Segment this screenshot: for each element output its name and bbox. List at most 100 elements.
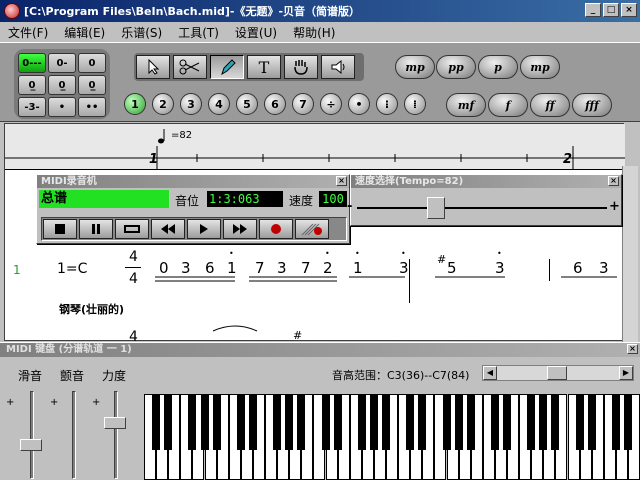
piano-black-key[interactable] — [539, 394, 548, 450]
piano-black-key[interactable] — [418, 394, 427, 450]
tempo-close-button[interactable]: × — [608, 176, 619, 186]
piano-black-key[interactable] — [490, 394, 499, 450]
dot-button[interactable]: • — [48, 97, 76, 117]
piano-black-key[interactable] — [285, 394, 294, 450]
note-digit[interactable]: 6 — [205, 259, 215, 277]
menu-score[interactable]: 乐谱(S) — [121, 24, 162, 41]
piano-black-key[interactable] — [273, 394, 282, 450]
range-scrollbar[interactable]: ◀ ▶ — [482, 365, 634, 381]
pitch-7-button[interactable]: 7 — [292, 93, 314, 115]
close-button[interactable]: × — [621, 3, 637, 17]
record-button[interactable] — [259, 219, 293, 239]
pause-button[interactable] — [79, 219, 113, 239]
pitch-4-button[interactable]: 4 — [208, 93, 230, 115]
piano-black-key[interactable] — [188, 394, 197, 450]
piano-black-key[interactable] — [442, 394, 451, 450]
range-scroll-left[interactable]: ◀ — [483, 366, 497, 380]
maximize-button[interactable]: □ — [603, 3, 619, 17]
loop-button[interactable] — [115, 219, 149, 239]
piano-black-key[interactable] — [248, 394, 257, 450]
glide-slider-thumb[interactable] — [20, 439, 42, 451]
tempo-slider-track[interactable] — [357, 207, 607, 209]
piano-black-key[interactable] — [200, 394, 209, 450]
dynamic-pp-button[interactable]: pp — [436, 55, 476, 79]
pitch-5-button[interactable]: 5 — [236, 93, 258, 115]
dynamic-f-button[interactable]: f — [488, 93, 528, 117]
note-digit[interactable]: 3 — [599, 259, 609, 277]
piano-black-key[interactable] — [611, 394, 620, 450]
octave-double-dot-button[interactable]: ⁝ — [376, 93, 398, 115]
piano-black-key[interactable] — [454, 394, 463, 450]
menu-file[interactable]: 文件(F) — [8, 24, 48, 41]
duration-half-button[interactable]: 0- — [48, 53, 76, 73]
duration-whole-button[interactable]: 0--- — [18, 53, 46, 73]
menu-tools[interactable]: 工具(T) — [178, 24, 219, 41]
dynamic-mp2-button[interactable]: mp — [520, 55, 560, 79]
pitch-1-button[interactable]: 1 — [124, 93, 146, 115]
velocity-slider-thumb[interactable] — [104, 417, 126, 429]
menu-help[interactable]: 帮助(H) — [293, 24, 335, 41]
divide-button[interactable]: ÷ — [320, 93, 342, 115]
pitch-2-button[interactable]: 2 — [152, 93, 174, 115]
range-scroll-right[interactable]: ▶ — [619, 366, 633, 380]
pitch-6-button[interactable]: 6 — [264, 93, 286, 115]
velocity-slider-track[interactable] — [114, 391, 118, 479]
note-digit[interactable]: 3 — [495, 259, 505, 277]
dynamic-mf-button[interactable]: mf — [446, 93, 486, 117]
piano-black-key[interactable] — [333, 394, 342, 450]
track-display[interactable]: 总谱 — [39, 190, 169, 208]
dynamic-mp-button[interactable]: mp — [395, 55, 435, 79]
note-digit[interactable]: 6 — [573, 259, 583, 277]
speaker-tool-button[interactable] — [321, 55, 355, 79]
score-vertical-scrollbar[interactable] — [622, 166, 638, 342]
piano-black-key[interactable] — [587, 394, 596, 450]
piano-black-key[interactable] — [164, 394, 173, 450]
piano-black-key[interactable] — [152, 394, 161, 450]
menu-settings[interactable]: 设置(U) — [235, 24, 277, 41]
piano-black-key[interactable] — [406, 394, 415, 450]
duration-sixteenth-button[interactable]: 0̲̲ — [48, 75, 76, 95]
scissors-tool-button[interactable] — [173, 55, 207, 79]
range-scroll-thumb[interactable] — [547, 366, 567, 380]
recorder-close-button[interactable]: × — [336, 176, 347, 186]
piano-black-key[interactable] — [369, 394, 378, 450]
octave-triple-dot-button[interactable]: ⁞ — [404, 93, 426, 115]
pen-tool-button[interactable] — [210, 55, 244, 79]
piano-black-key[interactable] — [297, 394, 306, 450]
tempo-slider-thumb[interactable] — [427, 197, 445, 219]
fast-forward-button[interactable] — [223, 219, 257, 239]
piano-black-key[interactable] — [357, 394, 366, 450]
note-digit[interactable]: 0 — [159, 259, 169, 277]
piano-black-key[interactable] — [212, 394, 221, 450]
piano-black-key[interactable] — [575, 394, 584, 450]
note-digit[interactable]: 2 — [323, 259, 333, 277]
piano-black-key[interactable] — [466, 394, 475, 450]
menu-edit[interactable]: 编辑(E) — [64, 24, 105, 41]
note-digit[interactable]: 3 — [399, 259, 409, 277]
triplet-button[interactable]: -3- — [18, 97, 46, 117]
piano-black-key[interactable] — [624, 394, 632, 450]
play-button[interactable] — [187, 219, 221, 239]
text-tool-button[interactable]: T — [247, 55, 281, 79]
piano-black-key[interactable] — [236, 394, 245, 450]
note-digit[interactable]: 1 — [353, 259, 363, 277]
note-digit[interactable]: 3 — [181, 259, 191, 277]
record-score-button[interactable] — [295, 219, 329, 239]
dynamic-ff-button[interactable]: ff — [530, 93, 570, 117]
note-digit[interactable]: 5 — [447, 259, 457, 277]
duration-eighth-button[interactable]: 0̲ — [18, 75, 46, 95]
piano-black-key[interactable] — [527, 394, 536, 450]
piano-black-key[interactable] — [382, 394, 390, 450]
note-digit[interactable]: 1 — [227, 259, 237, 277]
note-digit[interactable]: 7 — [301, 259, 311, 277]
dynamic-fff-button[interactable]: fff — [572, 93, 612, 117]
keyboard-close-button[interactable]: × — [627, 344, 638, 354]
duration-quarter-button[interactable]: 0 — [78, 53, 106, 73]
note-digit[interactable]: 7 — [255, 259, 265, 277]
glide-slider-track[interactable] — [30, 391, 34, 479]
vibrato-slider-track[interactable] — [72, 391, 76, 479]
arrow-tool-button[interactable] — [136, 55, 170, 79]
note-digit[interactable]: 3 — [277, 259, 287, 277]
duration-thirtysecond-button[interactable]: 0̲̲̲ — [78, 75, 106, 95]
minimize-button[interactable]: _ — [585, 3, 601, 17]
